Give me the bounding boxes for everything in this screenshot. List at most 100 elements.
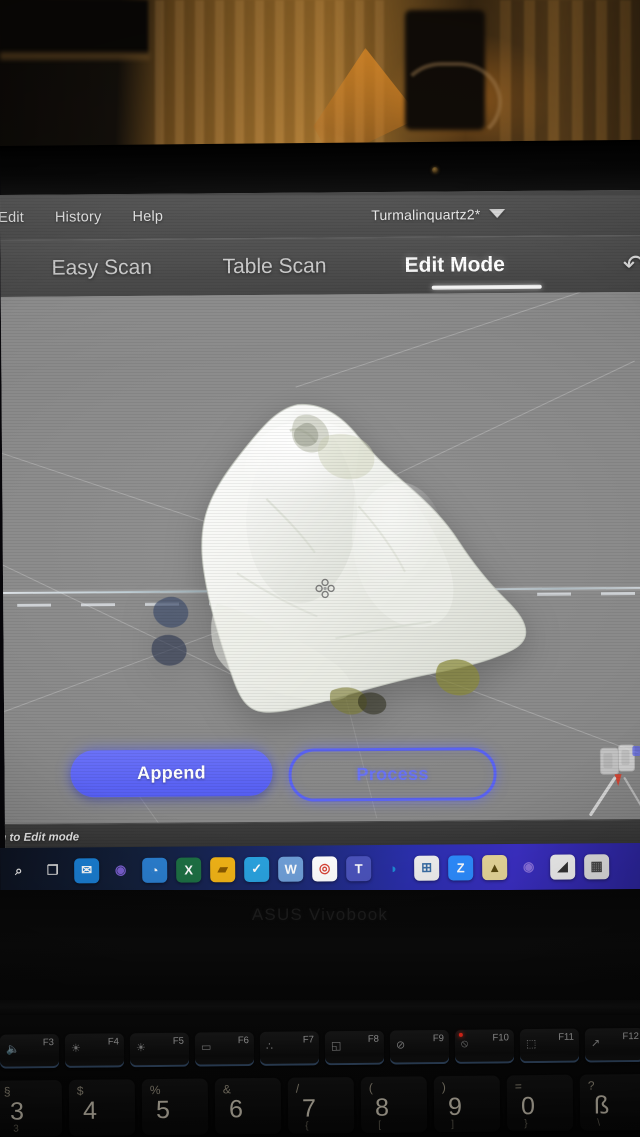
laptop-keyboard: 🔈 F3 ☀ F4 ☀ F5 ▭ F6 ∴ F7 ◱ F8 ⊘ F9 ⦸ F10 ⬚ F11 ↗ F12 § 3 3 $4%… xyxy=(0,1015,640,1137)
fn-key-label: F5 xyxy=(172,1035,184,1047)
key-alt-symbol: [ xyxy=(378,1119,382,1131)
key-alt-symbol: \ xyxy=(597,1117,601,1129)
key-f10: ⦸ F10 xyxy=(454,1029,515,1064)
laptop-hinge xyxy=(0,1000,640,1016)
fn-glyph-icon: ☀ xyxy=(135,1042,146,1055)
chrome-icon[interactable]: ◎ xyxy=(312,855,338,882)
menu-items: Edit History Help xyxy=(0,208,163,225)
axis-dashes-right xyxy=(537,591,640,596)
excel-icon[interactable]: X xyxy=(176,856,202,883)
function-key-row: 🔈 F3 ☀ F4 ☀ F5 ▭ F6 ∴ F7 ◱ F8 ⊘ F9 ⦸ F10 ⬚ F11 ↗ F12 xyxy=(0,1027,640,1072)
zoom-icon[interactable]: Z xyxy=(448,854,474,880)
fn-glyph-icon: ◱ xyxy=(330,1040,342,1053)
menu-help[interactable]: Help xyxy=(132,208,163,224)
key-9: ) 9] xyxy=(433,1075,501,1133)
mail-icon[interactable]: ✉ xyxy=(74,857,100,883)
key-6: & 6 xyxy=(214,1077,282,1135)
teams-icon[interactable]: T xyxy=(346,855,372,881)
key-f4: ☀ F4 xyxy=(64,1033,125,1068)
room-background xyxy=(0,0,640,152)
key-upper-symbol: ) xyxy=(441,1080,446,1095)
pivot-gizmo-icon xyxy=(314,577,336,599)
tab-easy-scan[interactable]: Easy Scan xyxy=(51,256,152,281)
key-alt-symbol: 3 xyxy=(13,1123,19,1135)
chevron-down-icon xyxy=(489,209,506,219)
taskbar-icon-list: ⌕ ❐ ✉ ◉ ◔ X ▰ ✓ W ◎ T ◑ ⊞ Z ▲ ◉ ◢ ▦ xyxy=(0,853,610,884)
menu-history[interactable]: History xyxy=(55,209,102,225)
search-icon[interactable]: ⌕ xyxy=(6,858,31,883)
process-button[interactable]: Process xyxy=(288,747,497,802)
fn-glyph-icon: ▭ xyxy=(200,1041,212,1054)
key-5: % 5 xyxy=(141,1078,209,1136)
notes-icon[interactable]: ▦ xyxy=(584,853,610,879)
key-digit: 9 xyxy=(447,1092,463,1122)
key-8: (8[ xyxy=(360,1076,428,1133)
photos-icon[interactable]: ◔ xyxy=(142,857,168,883)
key-digit: 3 xyxy=(9,1097,25,1126)
room-hanger xyxy=(398,62,502,142)
append-button[interactable]: Append xyxy=(70,748,273,798)
browser-alt-icon[interactable]: ◉ xyxy=(516,854,541,879)
scanned-model-quartz[interactable] xyxy=(148,401,539,724)
store-icon[interactable]: ⊞ xyxy=(414,855,440,881)
camera-off-led-icon xyxy=(458,1032,463,1037)
scan-viewport[interactable]: Append Process tch to Edit mode xyxy=(0,291,640,850)
key-upper-symbol: ? xyxy=(587,1078,595,1093)
key-0: = 0} xyxy=(506,1074,574,1132)
fn-glyph-icon: ⦸ xyxy=(460,1037,469,1050)
laptop-top-bezel xyxy=(0,139,640,198)
tab-table-scan[interactable]: Table Scan xyxy=(222,254,326,279)
fn-key-label: F10 xyxy=(492,1032,509,1044)
key-4: $4 xyxy=(68,1079,136,1137)
action-button-row: Append Process xyxy=(0,746,640,811)
browser-icon[interactable]: ◉ xyxy=(108,857,133,882)
key-f12: ↗ F12 xyxy=(584,1027,640,1063)
key-f9: ⊘ F9 xyxy=(389,1029,450,1065)
key-digit: 4 xyxy=(82,1096,98,1125)
key-upper-symbol: % xyxy=(149,1083,161,1098)
application-screen: Edit History Help Turmalinquartz2* Easy … xyxy=(0,189,640,850)
key-f3: 🔈 F3 xyxy=(0,1034,60,1069)
key-f6: ▭ F6 xyxy=(194,1032,255,1067)
key-upper-symbol: / xyxy=(295,1081,300,1096)
fn-glyph-icon: 🔈 xyxy=(5,1043,20,1056)
key-alt-symbol: { xyxy=(305,1120,309,1132)
key-alt-symbol: ] xyxy=(451,1118,455,1131)
fn-glyph-icon: ∴ xyxy=(265,1040,274,1053)
undo-arrow-icon[interactable]: ↶ xyxy=(623,249,640,279)
fn-key-label: F6 xyxy=(237,1035,249,1047)
fn-key-label: F9 xyxy=(432,1033,444,1045)
key-digit: 5 xyxy=(155,1095,171,1125)
edge-icon[interactable]: ◑ xyxy=(380,855,405,880)
fn-glyph-icon: ⊘ xyxy=(395,1039,406,1052)
key-digit: 6 xyxy=(228,1095,244,1124)
laptop-brand-label: ASUS Vivobook xyxy=(251,905,389,924)
scanner-app-icon[interactable]: ▲ xyxy=(482,854,508,880)
room-dark-shelf-block xyxy=(0,0,148,55)
key-upper-symbol: = xyxy=(514,1079,522,1094)
key-digit: ß xyxy=(593,1091,610,1120)
menu-edit[interactable]: Edit xyxy=(0,209,24,225)
fn-key-label: F12 xyxy=(622,1030,639,1043)
key-digit: 8 xyxy=(374,1093,390,1122)
mode-tab-bar: Easy Scan Table Scan Edit Mode ↶ xyxy=(0,235,640,298)
task-view-icon[interactable]: ❐ xyxy=(40,858,65,883)
tab-edit-mode[interactable]: Edit Mode xyxy=(404,253,505,278)
project-selector[interactable]: Turmalinquartz2* xyxy=(371,205,506,223)
fn-glyph-icon: ☀ xyxy=(70,1042,81,1055)
key-alt-symbol: } xyxy=(524,1118,528,1130)
image-editor-icon[interactable]: ◢ xyxy=(550,853,576,880)
key-f8: ◱ F8 xyxy=(324,1030,385,1066)
file-explorer-icon[interactable]: ▰ xyxy=(210,856,236,882)
fn-key-label: F7 xyxy=(302,1034,314,1046)
status-message: tch to Edit mode xyxy=(0,831,80,845)
key-upper-symbol: § xyxy=(3,1084,11,1099)
word-icon[interactable]: W xyxy=(278,856,304,882)
active-tab-underline xyxy=(431,284,542,290)
key-f11: ⬚ F11 xyxy=(519,1028,580,1064)
room-right-wall xyxy=(500,0,640,152)
telegram-icon[interactable]: ✓ xyxy=(244,856,270,882)
windows-taskbar[interactable]: ⌕ ❐ ✉ ◉ ◔ X ▰ ✓ W ◎ T ◑ ⊞ Z ▲ ◉ ◢ ▦ xyxy=(0,842,640,894)
key-digit: 7 xyxy=(301,1094,317,1123)
project-name: Turmalinquartz2* xyxy=(371,205,481,223)
